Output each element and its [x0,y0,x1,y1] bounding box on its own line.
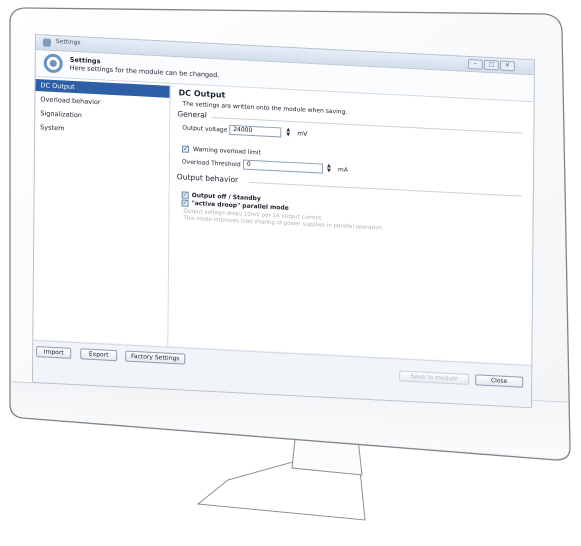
save-to-module-button[interactable]: Save to module [399,370,470,385]
warning-overload-checkbox[interactable]: ✓ [182,145,190,153]
overload-threshold-label: Overload Threshold [181,158,241,169]
general-group-title: General [177,109,207,120]
overload-threshold-unit: mA [337,166,348,174]
checkmark-icon: ✓ [182,199,188,207]
active-droop-checkbox[interactable]: ✓ [181,199,189,207]
maximize-button[interactable]: □ [483,59,499,71]
output-behavior-group-title: Output behavior [176,172,239,185]
close-window-button[interactable]: ✕ [499,60,515,72]
gear-icon [43,53,63,74]
spinner-arrows-icon[interactable]: ▲ ▼ [325,163,333,174]
header-subtitle: Here settings for the module can be chan… [69,63,220,80]
checkmark-icon: ✓ [182,191,188,199]
page-description: The settings are written onto the module… [182,100,348,116]
close-button[interactable]: Close [475,374,524,388]
output-voltage-label: Output voltage [182,124,228,134]
output-voltage-input[interactable]: 24000 [229,124,282,138]
output-behavior-divider [249,181,522,197]
settings-window: Settings – □ ✕ Settings Here settings fo… [31,34,535,409]
export-button[interactable]: Export [80,348,118,362]
warning-overload-label: Warning overload limit [193,146,261,157]
sidebar: DC Output Overload behavior Signalizatio… [33,77,171,346]
content-panel: DC Output The settings are written onto … [168,83,534,365]
page-title: DC Output [178,88,226,100]
output-voltage-unit: mV [297,130,308,138]
minimize-button[interactable]: – [467,58,483,70]
checkmark-icon: ✓ [183,145,189,153]
standby-checkbox[interactable]: ✓ [181,191,189,199]
import-button[interactable]: Import [36,346,72,359]
overload-threshold-input[interactable]: 0 [242,159,323,174]
settings-window-icon [42,38,51,47]
window-title: Settings [55,38,81,47]
factory-settings-button[interactable]: Factory Settings [125,350,186,365]
spinner-arrows-icon[interactable]: ▲ ▼ [284,127,292,138]
